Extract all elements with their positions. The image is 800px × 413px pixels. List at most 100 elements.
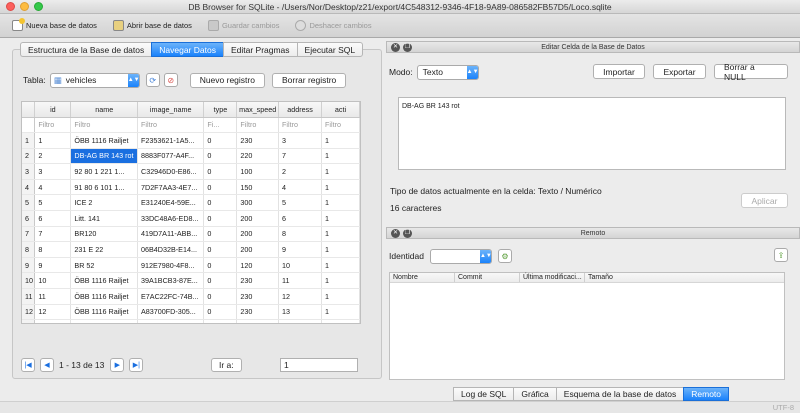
cell-type[interactable]: 0 [203, 272, 238, 290]
cell-id[interactable]: 8 [34, 241, 72, 258]
cell-max-speed[interactable]: 200 [236, 226, 279, 243]
tab-plot[interactable]: Gráfica [513, 387, 556, 401]
cell-type[interactable]: 0 [203, 288, 238, 305]
cell-id[interactable]: 10 [34, 272, 72, 290]
clear-filters-button[interactable]: ⊘ [163, 73, 178, 87]
import-button[interactable]: Importar [593, 64, 645, 79]
export-button[interactable]: Exportar [653, 64, 706, 79]
cell-max-speed[interactable]: 150 [236, 179, 279, 196]
cell-name[interactable]: DB-AG BR 143 rot [70, 148, 138, 165]
cell-id[interactable]: 4 [34, 179, 72, 196]
cell-active[interactable]: 1 [321, 210, 360, 227]
identity-select[interactable]: ▲▼ [429, 248, 492, 264]
cell-address[interactable]: 9 [278, 241, 323, 258]
cell-active[interactable]: 1 [321, 319, 360, 323]
cell-address[interactable]: 10 [278, 257, 323, 274]
column-header-name[interactable]: name [70, 102, 138, 118]
column-header-size[interactable]: Tamaño [585, 273, 645, 282]
cell-name[interactable]: ÖBB 1116 Railjet [70, 272, 138, 290]
first-page-button[interactable]: |◀ [21, 358, 35, 372]
identity-settings-button[interactable]: ⚙ [497, 249, 512, 263]
cell-name[interactable]: 333 V1 [70, 319, 138, 323]
cell-max-speed[interactable]: 200 [236, 210, 279, 227]
cell-image-name[interactable]: F2353621-1A5... [137, 132, 205, 149]
cell-address[interactable]: 6 [278, 210, 323, 227]
delete-record-button[interactable]: Borrar registro [271, 72, 347, 88]
goto-button[interactable]: Ir a: [211, 358, 242, 372]
table-select[interactable]: ▦ vehicles ▲▼ [49, 72, 140, 88]
filter-input-image-name[interactable]: Filtro [137, 117, 205, 134]
table-row[interactable]: 3 3 92 80 1 221 1... C32946D0-E86... 0 100 2 1 [22, 163, 360, 180]
cell-max-speed[interactable]: 146 [236, 319, 279, 323]
row-number[interactable]: 1 [22, 132, 36, 149]
table-row[interactable]: 7 7 BR120 419D7A11-ABB... 0 200 8 1 [22, 226, 360, 243]
push-database-button[interactable]: ⇪ [774, 248, 788, 262]
cell-active[interactable]: 1 [321, 148, 360, 165]
column-header-image-name[interactable]: image_name [137, 102, 205, 118]
cell-type[interactable]: 0 [203, 179, 238, 196]
cell-name[interactable]: BR120 [70, 226, 138, 243]
cell-active[interactable]: 1 [321, 226, 360, 243]
undo-changes-button[interactable]: Deshacer cambios [289, 17, 377, 35]
row-number[interactable]: 7 [22, 226, 36, 243]
cell-address[interactable]: 14 [278, 319, 323, 323]
cell-max-speed[interactable]: 230 [236, 272, 279, 290]
cell-id[interactable]: 13 [34, 319, 72, 323]
cell-editor-textarea[interactable]: DB-AG BR 143 rot [398, 97, 786, 170]
table-row[interactable]: 2 2 DB-AG BR 143 rot 8883F077-A4F... 0 220 7 1 [22, 148, 360, 165]
cell-image-name[interactable]: 7D2F7AA3-4E7... [137, 179, 205, 196]
row-number[interactable]: 5 [22, 194, 36, 212]
table-row[interactable]: 11 11 ÖBB 1116 Railjet E7AC22FC-74B... 0 230 1… [22, 288, 360, 305]
cell-image-name[interactable]: E07333CD-B43... [137, 319, 205, 323]
tab-execute-sql[interactable]: Ejecutar SQL [296, 42, 364, 57]
column-header-commit[interactable]: Commit [455, 273, 520, 282]
cell-address[interactable]: 8 [278, 226, 323, 243]
cell-max-speed[interactable]: 120 [236, 257, 279, 274]
cell-image-name[interactable]: 06B4D32B-E14... [137, 241, 205, 258]
cell-address[interactable]: 7 [278, 148, 323, 165]
close-window-button[interactable] [6, 2, 15, 11]
row-number[interactable]: 8 [22, 241, 36, 258]
cell-address[interactable]: 2 [278, 163, 323, 180]
cell-id[interactable]: 7 [34, 226, 72, 243]
mode-select[interactable]: Texto ▲▼ [416, 64, 479, 80]
cell-id[interactable]: 9 [34, 257, 72, 274]
row-number[interactable]: 3 [22, 163, 36, 180]
cell-active[interactable]: 1 [321, 304, 360, 321]
save-changes-button[interactable]: Guardar cambios [202, 17, 286, 35]
cell-max-speed[interactable]: 230 [236, 304, 279, 321]
new-database-button[interactable]: Nueva base de datos [6, 17, 103, 35]
row-number[interactable]: 10 [22, 272, 36, 290]
cell-image-name[interactable]: E31240E4-59E... [137, 194, 205, 212]
filter-input-name[interactable]: Filtro [70, 117, 138, 134]
apply-button[interactable]: Aplicar [741, 193, 788, 208]
cell-max-speed[interactable]: 230 [236, 288, 279, 305]
cell-address[interactable]: 11 [278, 272, 323, 290]
cell-max-speed[interactable]: 100 [236, 163, 279, 180]
cell-address[interactable]: 4 [278, 179, 323, 196]
cell-type[interactable]: 0 [203, 319, 238, 323]
float-dock-icon[interactable]: ❐ [403, 229, 412, 238]
table-row[interactable]: 8 8 231 E 22 06B4D32B-E14... 0 200 9 1 [22, 241, 360, 258]
filter-input-type[interactable]: Fi... [203, 117, 238, 134]
cell-name[interactable]: 231 E 22 [70, 241, 138, 258]
cell-type[interactable]: 0 [203, 132, 238, 149]
cell-id[interactable]: 6 [34, 210, 72, 227]
tab-remote[interactable]: Remoto [683, 387, 730, 401]
tab-sql-log[interactable]: Log de SQL [453, 387, 514, 401]
cell-name[interactable]: ICE 2 [70, 194, 138, 212]
column-header-id[interactable]: id [34, 102, 72, 118]
filter-input-id[interactable]: Filtro [34, 117, 72, 134]
cell-type[interactable]: 0 [203, 241, 238, 258]
row-number[interactable]: 2 [22, 148, 36, 165]
cell-image-name[interactable]: 33DC48A6-ED8... [137, 210, 205, 227]
cell-active[interactable]: 1 [321, 179, 360, 196]
cell-id[interactable]: 12 [34, 304, 72, 321]
new-record-button[interactable]: Nuevo registro [189, 72, 265, 88]
column-header-type[interactable]: type [203, 102, 238, 118]
cell-name[interactable]: 92 80 1 221 1... [70, 163, 138, 180]
cell-image-name[interactable]: 912E7980-4F8... [137, 257, 205, 274]
column-header-nombre[interactable]: Nombre [390, 273, 455, 282]
cell-type[interactable]: 0 [203, 304, 238, 321]
zoom-window-button[interactable] [34, 2, 43, 11]
